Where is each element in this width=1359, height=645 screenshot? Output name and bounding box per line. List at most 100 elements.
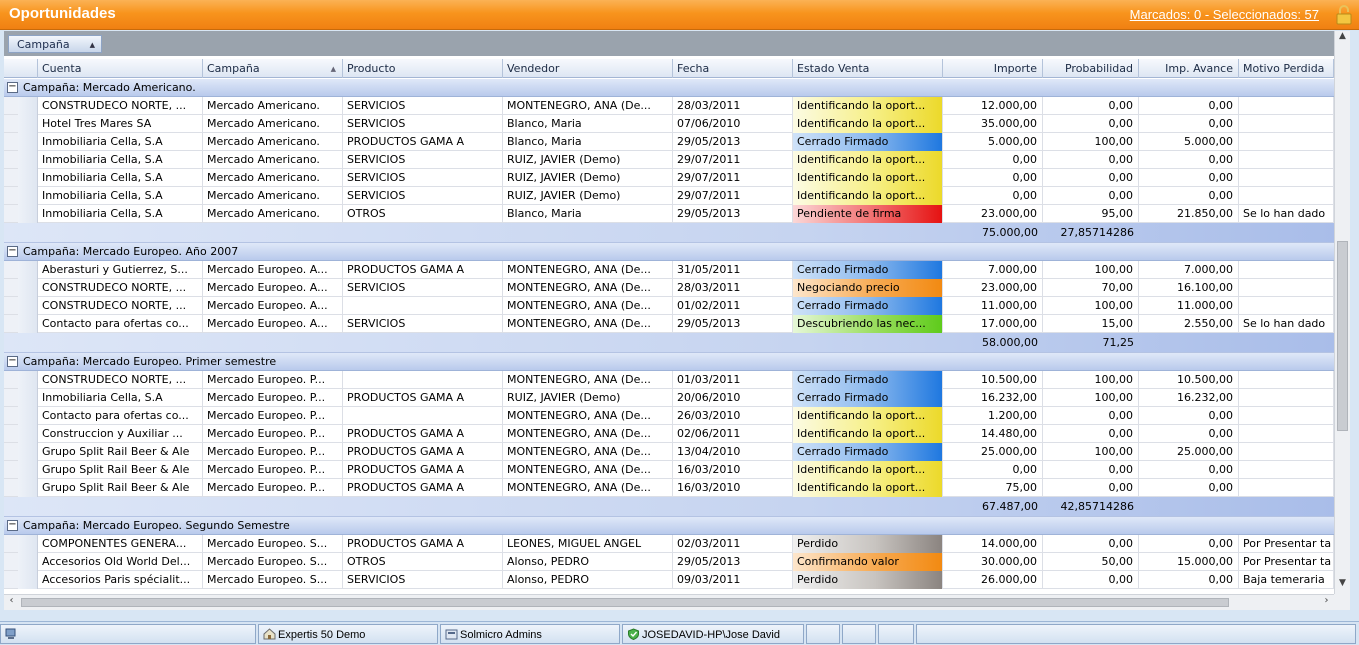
- row-selector[interactable]: [18, 297, 38, 315]
- table-row[interactable]: CONSTRUDECO NORTE, ... Mercado Europeo. P…: [4, 371, 1334, 389]
- cell-estado: Identificando la oport...: [793, 461, 943, 479]
- cell-cuenta: Grupo Split Rail Beer & Ale: [38, 443, 203, 461]
- table-row[interactable]: Contacto para ofertas co... Mercado Europ…: [4, 315, 1334, 333]
- collapse-icon[interactable]: −: [7, 82, 18, 93]
- row-indent: [4, 553, 18, 570]
- group-chip-label: Campaña: [17, 38, 70, 51]
- table-row[interactable]: Hotel Tres Mares SA Mercado Americano. SER…: [4, 115, 1334, 133]
- cell-fecha: 26/03/2010: [673, 407, 793, 425]
- row-selector[interactable]: [18, 205, 38, 223]
- cell-campana: Mercado Americano.: [203, 97, 343, 115]
- status-database[interactable]: Expertis 50 Demo: [258, 624, 438, 644]
- table-row[interactable]: CONSTRUDECO NORTE, ... Mercado Americano.…: [4, 97, 1334, 115]
- row-selector[interactable]: [18, 553, 38, 571]
- table-row[interactable]: Inmobiliaria Cella, S.A Mercado Europeo. …: [4, 389, 1334, 407]
- row-selector[interactable]: [18, 169, 38, 187]
- row-selector[interactable]: [18, 151, 38, 169]
- cell-campana: Mercado Europeo. A...: [203, 261, 343, 279]
- marked-selected-link[interactable]: Marcados: 0 - Seleccionados: 57: [1130, 7, 1319, 22]
- table-row[interactable]: Accesorios Paris spécialit... Mercado Eur…: [4, 571, 1334, 589]
- col-header-motivo[interactable]: Motivo Perdida: [1239, 59, 1334, 78]
- group-row[interactable]: − Campaña: Mercado Americano.: [4, 79, 1334, 97]
- row-selector[interactable]: [18, 97, 38, 115]
- table-row[interactable]: Accesorios Old World Del... Mercado Europ…: [4, 553, 1334, 571]
- col-header-cuenta[interactable]: Cuenta: [38, 59, 203, 78]
- group-row[interactable]: − Campaña: Mercado Europeo. Año 2007: [4, 243, 1334, 261]
- cell-probabilidad: 100,00: [1043, 389, 1139, 407]
- cell-cuenta: Hotel Tres Mares SA: [38, 115, 203, 133]
- row-selector[interactable]: [18, 425, 38, 443]
- table-row[interactable]: Inmobiliaria Cella, S.A Mercado Americano…: [4, 133, 1334, 151]
- row-selector[interactable]: [18, 279, 38, 297]
- status-company[interactable]: Solmicro Admins: [440, 624, 620, 644]
- cell-fecha: 29/05/2013: [673, 553, 793, 571]
- table-row[interactable]: COMPONENTES GENERA... Mercado Europeo. S.…: [4, 535, 1334, 553]
- row-selector[interactable]: [18, 407, 38, 425]
- row-selector[interactable]: [18, 371, 38, 389]
- row-selector[interactable]: [18, 443, 38, 461]
- scroll-left-icon[interactable]: ‹: [4, 595, 19, 610]
- col-header-producto[interactable]: Producto: [343, 59, 503, 78]
- col-header-avance[interactable]: Imp. Avance: [1139, 59, 1239, 78]
- table-row[interactable]: Construccion y Auxiliar ... Mercado Europ…: [4, 425, 1334, 443]
- row-selector[interactable]: [18, 389, 38, 407]
- row-indent: [4, 151, 18, 168]
- table-row[interactable]: Contacto para ofertas co... Mercado Europ…: [4, 407, 1334, 425]
- table-row[interactable]: Inmobiliaria Cella, S.A Mercado Americano…: [4, 205, 1334, 223]
- col-header-campana[interactable]: Campaña ▲: [203, 59, 343, 78]
- vertical-scrollbar[interactable]: ▲ ▼: [1334, 31, 1350, 594]
- col-header-probabilidad[interactable]: Probabilidad: [1043, 59, 1139, 78]
- col-header-importe[interactable]: Importe: [943, 59, 1043, 78]
- horizontal-scroll-thumb[interactable]: [21, 598, 1229, 607]
- horizontal-scrollbar[interactable]: ‹ ›: [4, 594, 1334, 610]
- row-selector[interactable]: [18, 315, 38, 333]
- col-header-estado[interactable]: Estado Venta: [793, 59, 943, 78]
- scroll-down-icon[interactable]: ▼: [1335, 578, 1350, 594]
- collapse-icon[interactable]: −: [7, 356, 18, 367]
- collapse-icon[interactable]: −: [7, 246, 18, 257]
- row-selector[interactable]: [18, 535, 38, 553]
- vertical-scroll-thumb[interactable]: [1337, 241, 1348, 431]
- status-user[interactable]: JOSEDAVID-HP\Jose David: [622, 624, 804, 644]
- table-row[interactable]: CONSTRUDECO NORTE, ... Mercado Europeo. A…: [4, 279, 1334, 297]
- group-row[interactable]: − Campaña: Mercado Europeo. Segundo Semes…: [4, 517, 1334, 535]
- table-row[interactable]: Grupo Split Rail Beer & Ale Mercado Europ…: [4, 443, 1334, 461]
- row-selector[interactable]: [18, 187, 38, 205]
- group-row[interactable]: − Campaña: Mercado Europeo. Primer semest…: [4, 353, 1334, 371]
- row-selector[interactable]: [18, 115, 38, 133]
- cell-avance: 16.100,00: [1139, 279, 1239, 297]
- table-row[interactable]: Inmobiliaria Cella, S.A Mercado Americano…: [4, 187, 1334, 205]
- scroll-right-icon[interactable]: ›: [1319, 595, 1334, 610]
- col-header-fecha[interactable]: Fecha: [673, 59, 793, 78]
- cell-avance: 0,00: [1139, 535, 1239, 553]
- cell-avance: 10.500,00: [1139, 371, 1239, 389]
- table-row[interactable]: Grupo Split Rail Beer & Ale Mercado Europ…: [4, 461, 1334, 479]
- table-row[interactable]: Inmobiliaria Cella, S.A Mercado Americano…: [4, 151, 1334, 169]
- table-row[interactable]: Inmobiliaria Cella, S.A Mercado Americano…: [4, 169, 1334, 187]
- row-selector[interactable]: [18, 461, 38, 479]
- status-cell-empty-3: [878, 624, 914, 644]
- table-row[interactable]: CONSTRUDECO NORTE, ... Mercado Europeo. A…: [4, 297, 1334, 315]
- row-indent: [4, 371, 18, 388]
- row-selector[interactable]: [18, 261, 38, 279]
- cell-producto: SERVICIOS: [343, 169, 503, 187]
- group-by-campaign-chip[interactable]: Campaña ▲: [8, 35, 102, 53]
- cell-motivo: [1239, 461, 1334, 479]
- table-row[interactable]: Aberasturi y Gutierrez, S... Mercado Euro…: [4, 261, 1334, 279]
- lock-icon[interactable]: [1335, 5, 1353, 25]
- cell-campana: Mercado Europeo. P...: [203, 389, 343, 407]
- cell-motivo: Se lo han dado: [1239, 205, 1334, 223]
- row-selector[interactable]: [18, 571, 38, 589]
- scroll-up-icon[interactable]: ▲: [1335, 31, 1350, 47]
- cell-vendedor: MONTENEGRO, ANA (De...: [503, 97, 673, 115]
- collapse-icon[interactable]: −: [7, 520, 18, 531]
- col-header-vendedor[interactable]: Vendedor: [503, 59, 673, 78]
- group-label: Campaña: Mercado Europeo. Año 2007: [23, 245, 239, 258]
- row-selector[interactable]: [18, 133, 38, 151]
- cell-fecha: 29/07/2011: [673, 151, 793, 169]
- cell-motivo: [1239, 279, 1334, 297]
- table-row[interactable]: Grupo Split Rail Beer & Ale Mercado Europ…: [4, 479, 1334, 497]
- row-selector[interactable]: [18, 479, 38, 497]
- cell-avance: 16.232,00: [1139, 389, 1239, 407]
- summary-probabilidad: 42,85714286: [1060, 500, 1134, 513]
